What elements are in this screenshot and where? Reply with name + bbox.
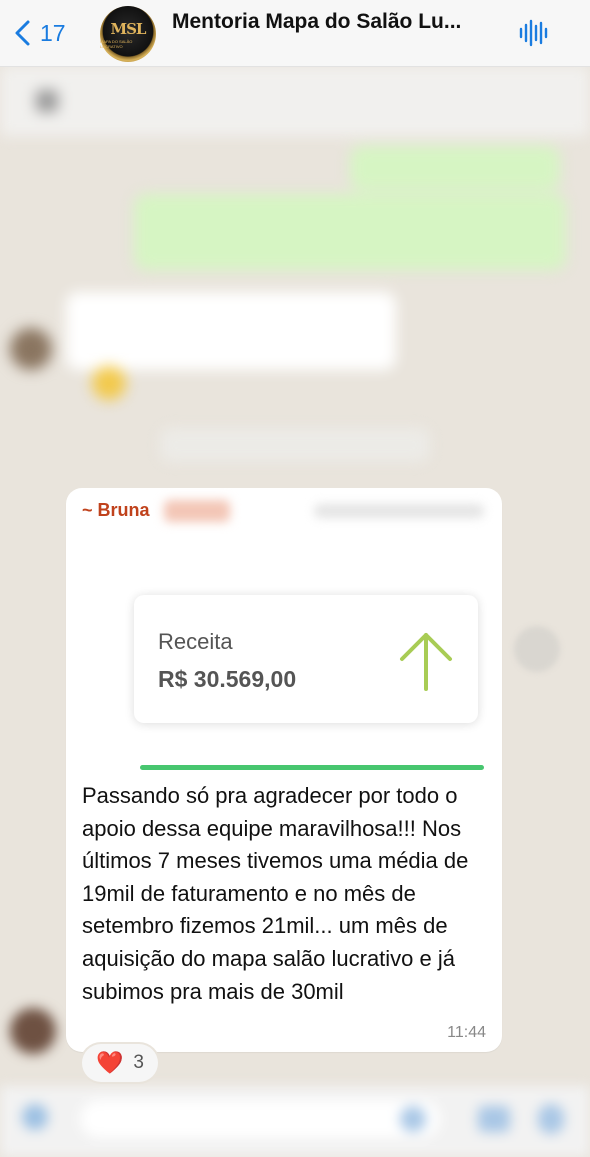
progress-line xyxy=(140,765,484,770)
heart-icon: ❤️ xyxy=(96,1050,124,1075)
message-time: 11:44 xyxy=(447,1024,486,1041)
sticker-icon[interactable] xyxy=(400,1106,426,1132)
back-button[interactable]: 17 xyxy=(12,19,66,47)
reaction-count: 3 xyxy=(133,1052,144,1073)
unread-count: 17 xyxy=(40,19,66,46)
system-notice xyxy=(160,428,430,462)
pinned-message-bar xyxy=(0,66,590,136)
revenue-label: Receita xyxy=(158,629,233,654)
message-text: Passando só pra agradecer por todo o apo… xyxy=(82,783,469,1004)
microphone-icon[interactable] xyxy=(538,1104,564,1134)
group-title[interactable]: Mentoria Mapa do Salão Lu... xyxy=(172,10,502,34)
sender-name[interactable]: ~ Bruna xyxy=(82,500,150,521)
plus-icon[interactable] xyxy=(22,1104,48,1130)
arrow-up-icon xyxy=(400,633,452,691)
blurred-chat-history xyxy=(0,66,590,486)
audio-waveform-icon[interactable] xyxy=(518,18,548,48)
pin-icon xyxy=(36,90,58,112)
chat-header: 17 MSL MAPA DO SALÃO LUCRATIVO Mentoria … xyxy=(0,0,590,67)
emoji-icon xyxy=(92,366,126,400)
outgoing-bubble xyxy=(134,194,566,270)
group-avatar[interactable]: MSL MAPA DO SALÃO LUCRATIVO xyxy=(100,6,156,62)
incoming-bubble xyxy=(66,292,396,370)
composer-bar xyxy=(0,1086,590,1157)
sender-avatar[interactable] xyxy=(10,1008,56,1054)
redacted-surname xyxy=(164,500,230,522)
avatar-logo-subtext: MAPA DO SALÃO LUCRATIVO xyxy=(100,38,133,49)
participant-avatar xyxy=(10,328,52,370)
reaction-badge[interactable]: ❤️ 3 xyxy=(82,1044,158,1082)
message-bubble[interactable]: ~ Bruna Receita R$ 30.569,00 Passando só… xyxy=(66,488,502,1052)
revenue-card: Receita R$ 30.569,00 xyxy=(134,595,478,723)
avatar-logo-text: MSL xyxy=(110,19,147,38)
chevron-left-icon xyxy=(15,20,30,46)
forward-icon[interactable] xyxy=(514,626,560,672)
revenue-value: R$ 30.569,00 xyxy=(158,666,297,692)
outgoing-bubble xyxy=(350,146,560,190)
camera-icon[interactable] xyxy=(478,1106,510,1132)
message-input[interactable] xyxy=(80,1100,440,1138)
redacted-phone xyxy=(314,504,484,518)
